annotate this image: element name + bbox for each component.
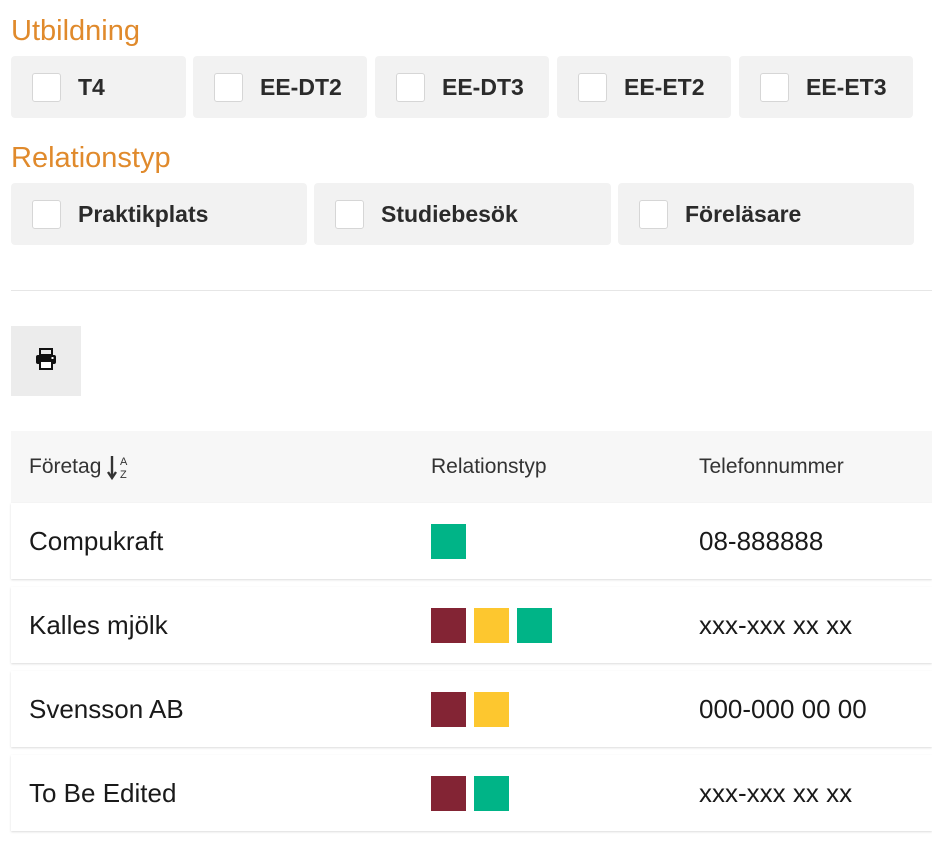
checkbox[interactable] [335, 199, 364, 229]
relation-swatch-green [431, 523, 466, 559]
filter-relationstyp-forelasare[interactable]: Föreläsare [618, 183, 914, 245]
column-header-label: Företag [29, 455, 102, 478]
relation-swatches [431, 587, 560, 663]
checkbox[interactable] [214, 72, 243, 102]
column-header-phone[interactable]: Telefonnummer [699, 431, 844, 503]
company-name: Svensson AB [29, 693, 184, 724]
checkbox[interactable] [32, 72, 61, 102]
filter-label: Föreläsare [685, 200, 802, 227]
checkbox[interactable] [396, 72, 425, 102]
filter-utbildning-ee-dt3[interactable]: EE-DT3 [375, 56, 549, 118]
table-row[interactable]: Compukraft 08-888888 [11, 503, 932, 579]
companies-table: Företag A Z Relationstyp Telefonnummer C… [11, 431, 932, 839]
phone-number: 000-000 00 00 [699, 693, 867, 724]
relation-swatch-maroon [431, 607, 466, 643]
table-row[interactable]: Kalles mjölk xxx-xxx xx xx [11, 587, 932, 663]
sort-alpha-down-icon[interactable]: A Z [107, 453, 133, 481]
relation-swatch-green [474, 775, 509, 811]
table-header: Företag A Z Relationstyp Telefonnummer [11, 431, 932, 503]
filter-label: EE-DT3 [442, 73, 524, 100]
column-header-relation[interactable]: Relationstyp [431, 431, 547, 503]
table-row[interactable]: To Be Edited xxx-xxx xx xx [11, 755, 932, 831]
phone-number: xxx-xxx xx xx [699, 609, 853, 640]
checkbox[interactable] [578, 72, 607, 102]
phone-number: 08-888888 [699, 525, 824, 556]
filter-label: Praktikplats [78, 200, 209, 227]
relation-swatch-green [517, 607, 552, 643]
relation-swatches [431, 755, 517, 831]
filter-utbildning-ee-et2[interactable]: EE-ET2 [557, 56, 731, 118]
filter-label: T4 [78, 73, 105, 100]
filter-label: EE-DT2 [260, 73, 342, 100]
filter-relationstyp-praktikplats[interactable]: Praktikplats [11, 183, 307, 245]
relation-swatch-maroon [431, 775, 466, 811]
relationstyp-title: Relationstyp [11, 142, 171, 174]
filter-label: EE-ET2 [624, 73, 705, 100]
print-button[interactable] [11, 326, 81, 396]
relation-swatch-yellow [474, 607, 509, 643]
company-name: Compukraft [29, 525, 164, 556]
relation-swatches [431, 503, 474, 579]
svg-text:Z: Z [120, 469, 127, 481]
relation-swatches [431, 671, 517, 747]
checkbox[interactable] [760, 72, 789, 102]
divider [11, 290, 932, 291]
phone-number: xxx-xxx xx xx [699, 777, 853, 808]
relation-swatch-yellow [474, 691, 509, 727]
table-row[interactable]: Svensson AB 000-000 00 00 [11, 671, 932, 747]
checkbox[interactable] [639, 199, 668, 229]
company-name: To Be Edited [29, 777, 177, 808]
utbildning-title: Utbildning [11, 15, 140, 47]
column-header-company[interactable]: Företag A Z [29, 431, 133, 503]
filter-label: Studiebesök [381, 200, 518, 227]
filter-label: EE-ET3 [806, 73, 887, 100]
svg-text:A: A [120, 456, 128, 468]
filter-relationstyp-studiebesok[interactable]: Studiebesök [314, 183, 611, 245]
relation-swatch-maroon [431, 691, 466, 727]
checkbox[interactable] [32, 199, 61, 229]
printer-icon [34, 347, 58, 376]
filter-utbildning-ee-et3[interactable]: EE-ET3 [739, 56, 913, 118]
company-name: Kalles mjölk [29, 609, 168, 640]
filter-utbildning-t4[interactable]: T4 [11, 56, 186, 118]
filter-utbildning-ee-dt2[interactable]: EE-DT2 [193, 56, 367, 118]
